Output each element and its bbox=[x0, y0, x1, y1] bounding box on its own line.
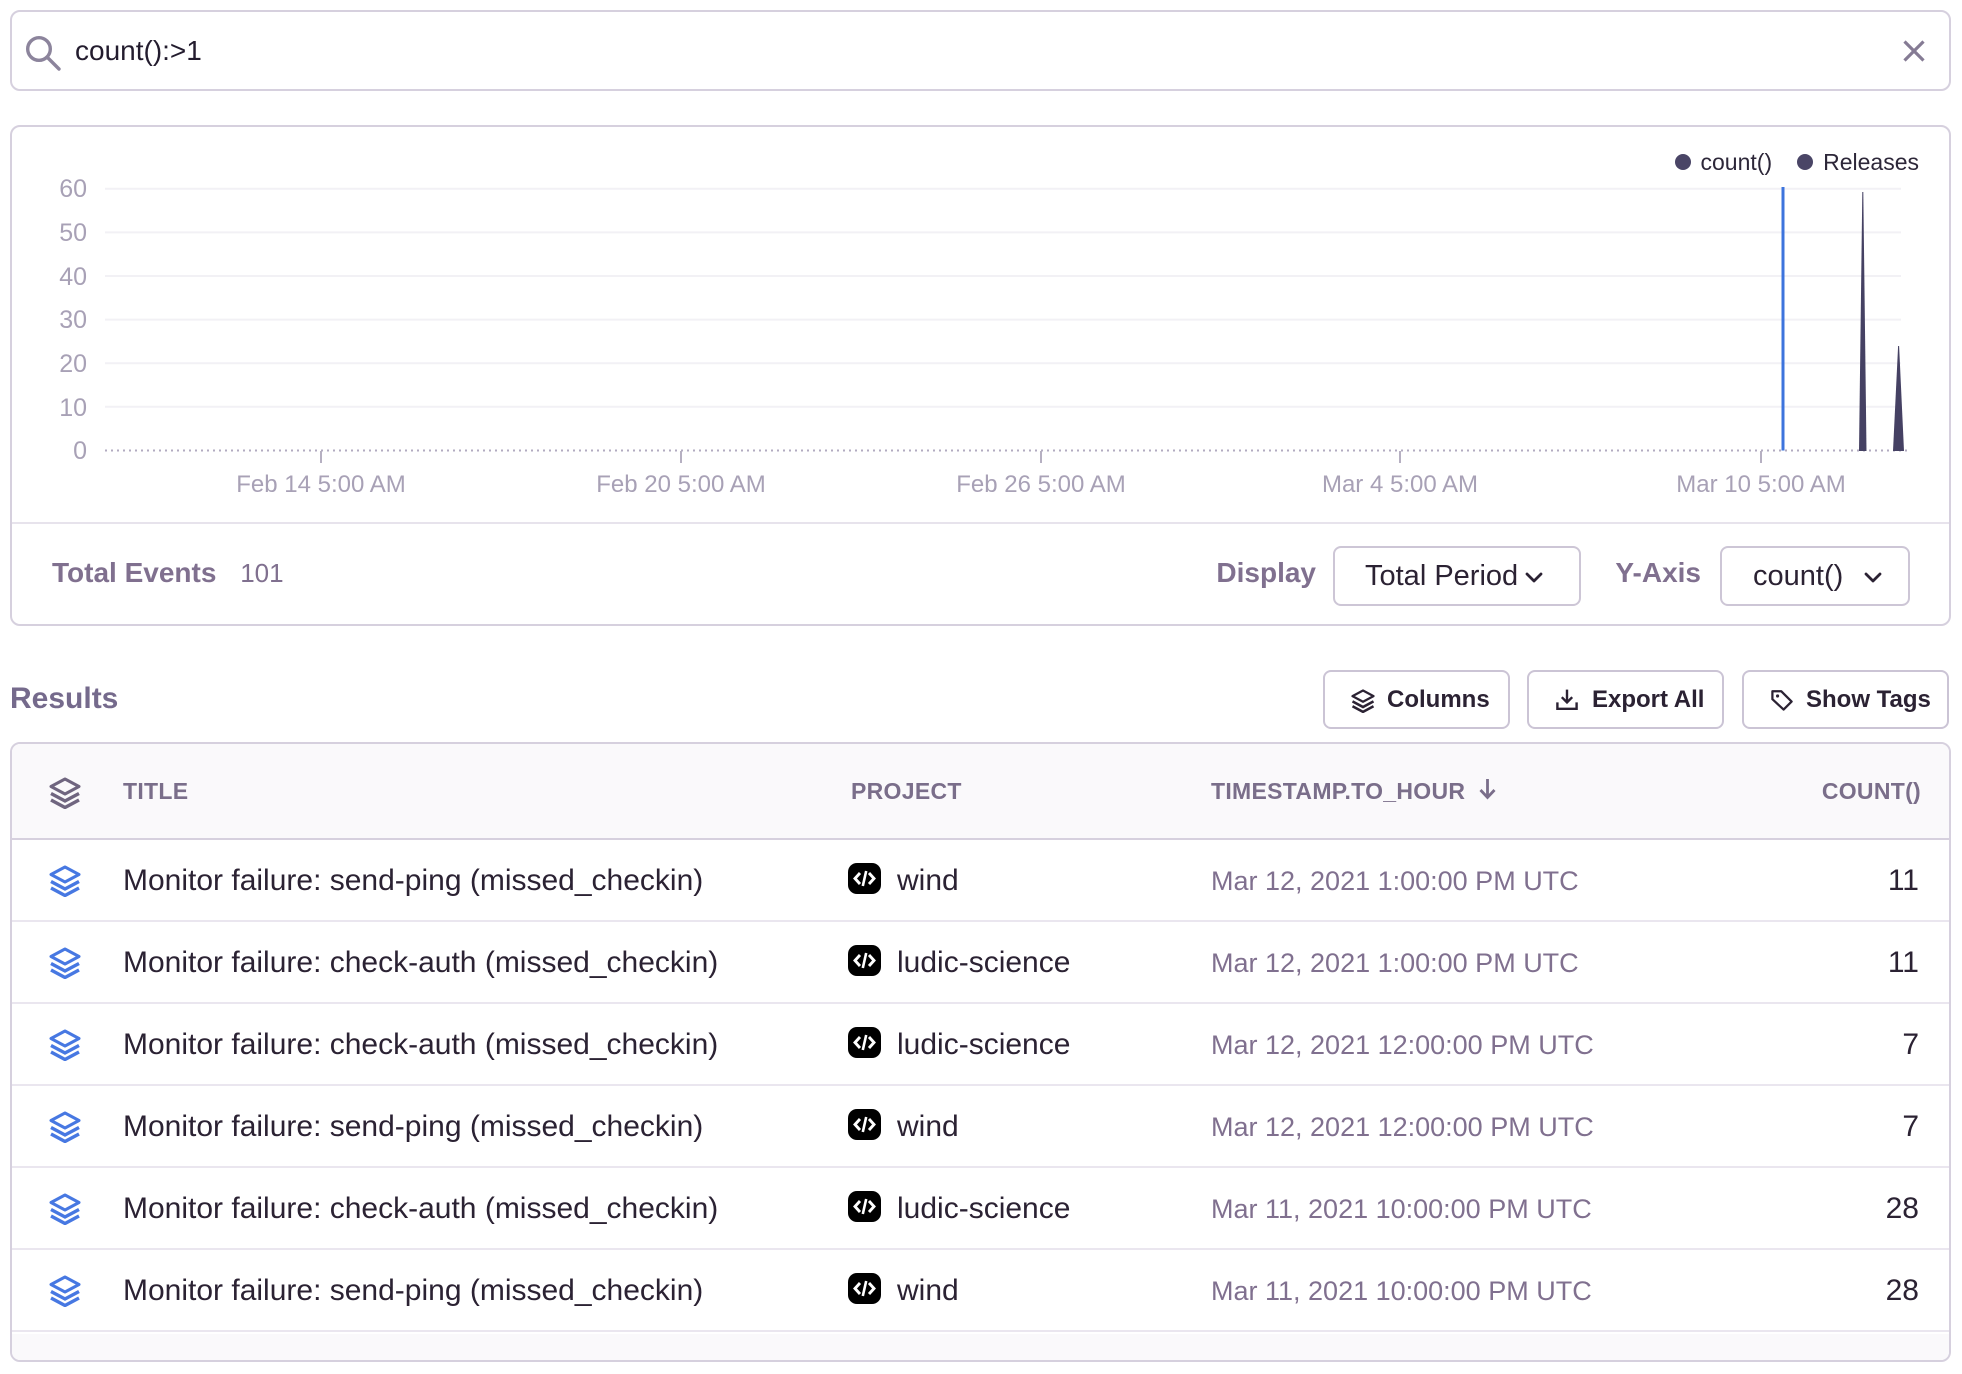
svg-text:30: 30 bbox=[59, 306, 87, 334]
svg-text:Mar 10 5:00 AM: Mar 10 5:00 AM bbox=[1676, 471, 1845, 498]
svg-text:40: 40 bbox=[59, 263, 87, 291]
svg-text:0: 0 bbox=[73, 437, 87, 465]
svg-text:Feb 26 5:00 AM: Feb 26 5:00 AM bbox=[956, 471, 1125, 498]
svg-text:Feb 20 5:00 AM: Feb 20 5:00 AM bbox=[596, 471, 765, 498]
svg-text:Mar 4 5:00 AM: Mar 4 5:00 AM bbox=[1322, 471, 1478, 498]
svg-text:60: 60 bbox=[59, 175, 87, 203]
svg-text:20: 20 bbox=[59, 350, 87, 378]
svg-text:50: 50 bbox=[59, 219, 87, 247]
svg-text:10: 10 bbox=[59, 394, 87, 422]
svg-text:Feb 14 5:00 AM: Feb 14 5:00 AM bbox=[236, 471, 405, 498]
